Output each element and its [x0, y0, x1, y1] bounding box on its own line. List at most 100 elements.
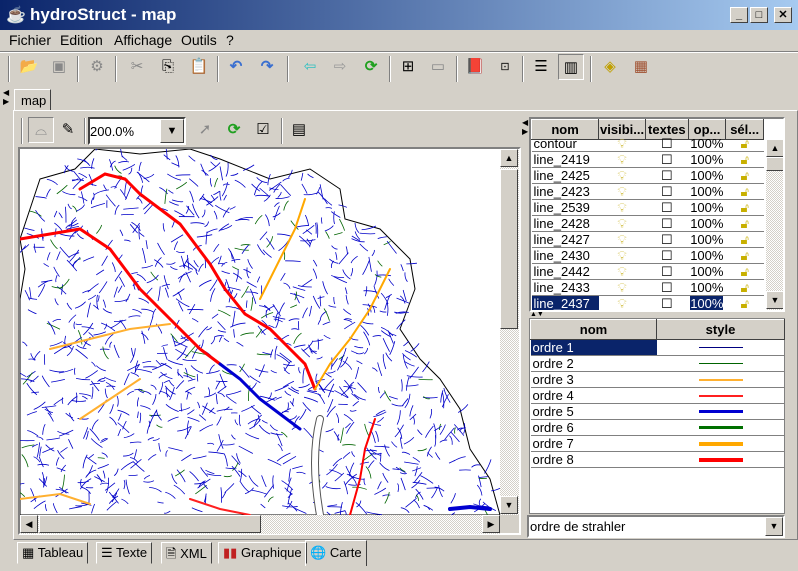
layer-row[interactable]: line_2430 💡︎ ☐ 100% 🔓︎ [531, 247, 764, 264]
add-layer-icon[interactable]: ⊞ [395, 54, 421, 80]
tab-carte[interactable]: 🌐 Carte [305, 540, 367, 566]
legend-row[interactable]: ordre 7 [530, 435, 785, 452]
refresh-icon[interactable]: ⟳ [221, 117, 247, 143]
scroll-thumb[interactable] [39, 515, 261, 533]
legend-row[interactable]: ordre 8 [530, 451, 785, 468]
forward-arrow-icon[interactable]: ⇨ [327, 54, 353, 80]
layer-row[interactable]: line_2437 💡︎ ☐ 100% 🔓︎ [531, 295, 764, 310]
texts-checkbox[interactable]: ☐ [645, 215, 689, 232]
lightbulb-icon[interactable]: 💡︎ [598, 263, 646, 280]
layer-row[interactable]: line_2427 💡︎ ☐ 100% 🔓︎ [531, 231, 764, 248]
lightbulb-icon[interactable]: 💡︎ [598, 183, 646, 200]
legend-row[interactable]: ordre 6 [530, 419, 785, 436]
unlocked-padlock-icon[interactable]: 🔓︎ [725, 183, 764, 200]
paste-icon[interactable]: 📋 [186, 54, 212, 80]
maximize-button[interactable]: □ [750, 7, 768, 23]
close-button[interactable]: ✕ [774, 7, 792, 23]
texts-checkbox[interactable]: ☐ [645, 151, 689, 168]
save-icon[interactable]: ▣ [46, 54, 72, 80]
list-view-icon[interactable]: ☰ [528, 54, 554, 80]
menu-edition[interactable]: Edition [60, 32, 103, 48]
menu-outils[interactable]: Outils [181, 32, 217, 48]
zoom-select[interactable]: 200.0% ▼ [88, 117, 186, 145]
texts-checkbox[interactable]: ☐ [645, 263, 689, 280]
unlocked-padlock-icon[interactable]: 🔓︎ [725, 295, 764, 310]
checklist-icon[interactable]: ☑ [250, 117, 276, 143]
undo-icon[interactable]: ↶ [223, 54, 249, 80]
unlocked-padlock-icon[interactable]: 🔓︎ [725, 279, 764, 296]
scroll-down-button[interactable]: ▼ [500, 496, 518, 514]
structure-icon[interactable]: ⊡ [492, 54, 518, 80]
chevron-down-icon[interactable]: ▼ [160, 119, 184, 143]
redo-icon[interactable]: ↷ [254, 54, 280, 80]
layer-row[interactable]: line_2428 💡︎ ☐ 100% 🔓︎ [531, 215, 764, 232]
tab-texte[interactable]: ☰ Texte [96, 542, 153, 564]
layer-row[interactable]: line_2419 💡︎ ☐ 100% 🔓︎ [531, 151, 764, 168]
unlocked-padlock-icon[interactable]: 🔓︎ [725, 199, 764, 216]
select-pointer-icon[interactable]: ➚ [192, 117, 218, 143]
scroll-right-button[interactable]: ▶ [482, 515, 500, 533]
lightbulb-icon[interactable]: 💡︎ [598, 231, 646, 248]
scroll-thumb[interactable] [766, 157, 783, 171]
splitter-arrows-vertical[interactable]: ▲▼ [530, 311, 544, 318]
database-icon[interactable]: ▦ [628, 54, 654, 80]
map-canvas[interactable] [20, 149, 500, 515]
lightbulb-icon[interactable]: 💡︎ [598, 247, 646, 264]
column-header[interactable]: nom [530, 319, 657, 340]
layer-row[interactable]: contour 💡︎ ☐ 100% 🔓︎ [531, 135, 764, 152]
layer-row[interactable]: line_2433 💡︎ ☐ 100% 🔓︎ [531, 279, 764, 296]
tab-tableau[interactable]: ▦ Tableau [17, 542, 89, 564]
texts-checkbox[interactable]: ☐ [645, 279, 689, 296]
legend-row[interactable]: ordre 1 [530, 339, 785, 356]
scroll-up-button[interactable]: ▲ [500, 149, 518, 167]
layer-row[interactable]: line_2442 💡︎ ☐ 100% 🔓︎ [531, 263, 764, 280]
column-header[interactable]: style [656, 319, 785, 340]
tab-map[interactable]: map [14, 89, 51, 111]
texts-checkbox[interactable]: ☐ [645, 231, 689, 248]
refresh-icon[interactable]: ⟳ [358, 54, 384, 80]
remove-layer-icon[interactable]: ▭ [425, 54, 451, 80]
back-arrow-icon[interactable]: ⇦ [297, 54, 323, 80]
open-folder-icon[interactable]: 📂 [16, 54, 42, 80]
unlocked-padlock-icon[interactable]: 🔓︎ [725, 151, 764, 168]
edit-icon[interactable]: ✎ [55, 117, 81, 143]
panel-collapse-arrows[interactable]: ◀ ▶ [3, 88, 9, 106]
layer-row[interactable]: line_2423 💡︎ ☐ 100% 🔓︎ [531, 183, 764, 200]
menu-affichage[interactable]: Affichage [114, 32, 172, 48]
columns-view-icon[interactable]: ▥ [558, 54, 584, 80]
lightbulb-icon[interactable]: 💡︎ [598, 215, 646, 232]
map-vertical-scrollbar[interactable]: ▲ ▼ [500, 149, 519, 515]
scroll-down-button[interactable]: ▼ [766, 291, 783, 309]
layer-row[interactable]: line_2425 💡︎ ☐ 100% 🔓︎ [531, 167, 764, 184]
scroll-thumb[interactable] [500, 169, 518, 329]
legend-row[interactable]: ordre 5 [530, 403, 785, 420]
unlocked-padlock-icon[interactable]: 🔓︎ [725, 231, 764, 248]
copy-icon[interactable]: ⎘ [155, 54, 181, 80]
lightbulb-icon[interactable]: 💡︎ [598, 151, 646, 168]
layers-scrollbar[interactable]: ▲ ▼ [766, 139, 783, 310]
unlocked-padlock-icon[interactable]: 🔓︎ [725, 167, 764, 184]
scroll-up-button[interactable]: ▲ [766, 139, 783, 157]
lightbulb-icon[interactable]: 💡︎ [598, 167, 646, 184]
unlocked-padlock-icon[interactable]: 🔓︎ [725, 247, 764, 264]
warning-icon[interactable]: ◈ [597, 54, 623, 80]
map-horizontal-scrollbar[interactable]: ◀ ▶ [20, 515, 500, 534]
tab-graphique[interactable]: ▮▮ Graphique [218, 542, 307, 564]
lightbulb-icon[interactable]: 💡︎ [598, 199, 646, 216]
tab-xml[interactable]: 🗎 XML [161, 542, 212, 564]
unlocked-padlock-icon[interactable]: 🔓︎ [725, 215, 764, 232]
book-icon[interactable]: 📕 [462, 54, 488, 80]
lasso-icon[interactable]: ⌓ [28, 117, 54, 143]
texts-checkbox[interactable]: ☐ [645, 295, 689, 310]
menu-fichier[interactable]: Fichier [9, 32, 51, 48]
texts-checkbox[interactable]: ☐ [645, 247, 689, 264]
texts-checkbox[interactable]: ☐ [645, 167, 689, 184]
lightbulb-icon[interactable]: 💡︎ [598, 279, 646, 296]
menu-help[interactable]: ? [226, 32, 234, 48]
splitter-arrows[interactable]: ◀ ▶ [522, 118, 528, 136]
cut-icon[interactable]: ✂ [124, 54, 150, 80]
texts-checkbox[interactable]: ☐ [645, 199, 689, 216]
minimize-button[interactable]: _ [730, 7, 748, 23]
scroll-left-button[interactable]: ◀ [20, 515, 38, 533]
tap-icon[interactable]: ⚙ [84, 54, 110, 80]
